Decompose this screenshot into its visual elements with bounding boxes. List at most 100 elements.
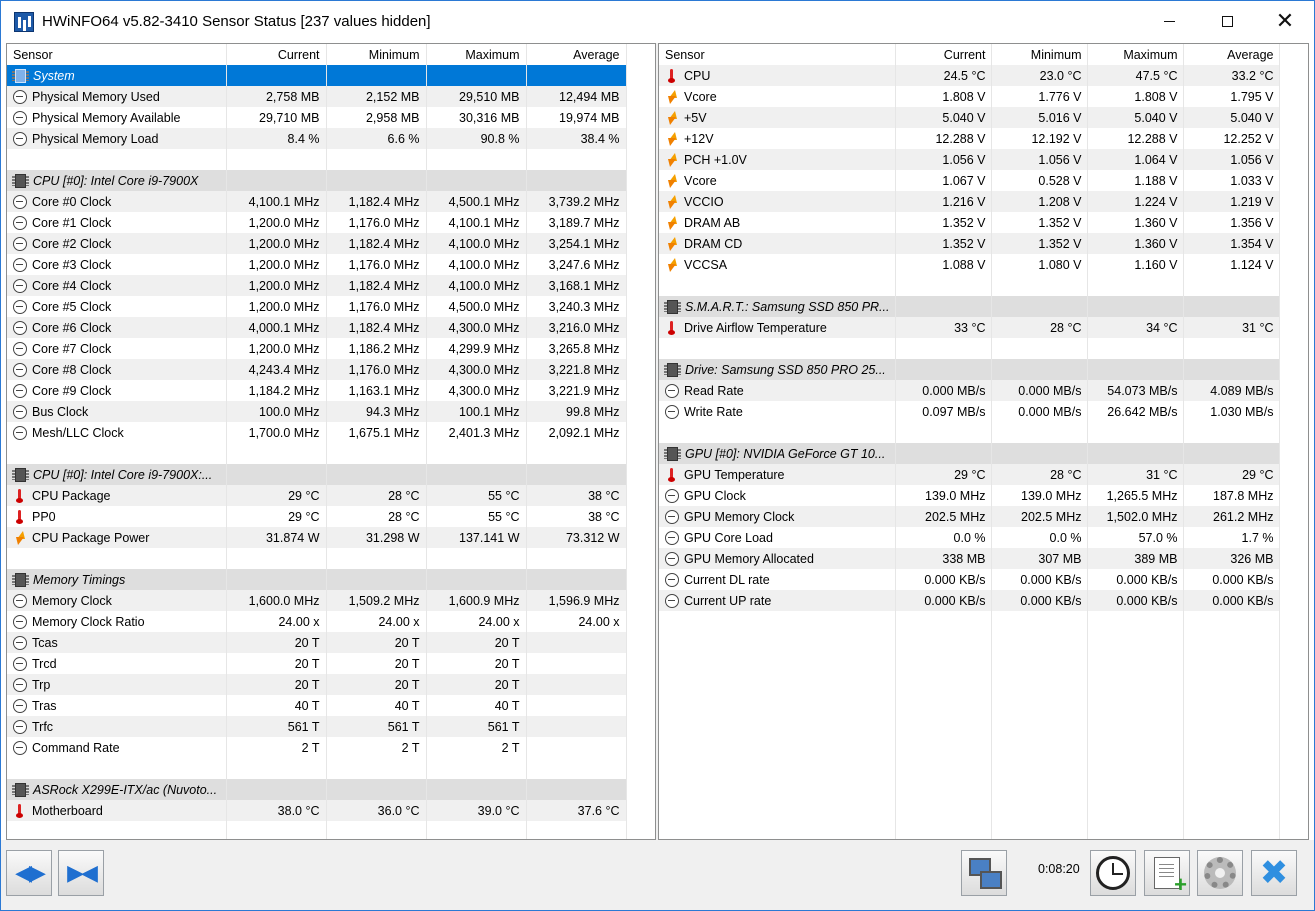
sensor-row[interactable]: GPU Core Load 0.0 % 0.0 % 57.0 % 1.7 % — [659, 527, 1281, 548]
group-cell — [991, 296, 1089, 317]
sensor-name-cell: Current DL rate — [659, 569, 897, 590]
sensor-row[interactable]: Trcd 20 T 20 T 20 T — [7, 653, 627, 674]
spacer-row — [659, 737, 1281, 758]
sensor-row[interactable]: Physical Memory Load 8.4 % 6.6 % 90.8 % 38.4… — [7, 128, 627, 149]
column-header-sensor[interactable]: Sensor — [659, 44, 897, 65]
sensor-row[interactable]: Trp 20 T 20 T 20 T — [7, 674, 627, 695]
add-log-button[interactable] — [1144, 850, 1190, 896]
column-header-minimum[interactable]: Minimum — [991, 44, 1089, 65]
sensor-row[interactable]: Core #5 Clock 1,200.0 MHz 1,176.0 MHz 4,500… — [7, 296, 627, 317]
reset-clock-button[interactable] — [1090, 850, 1136, 896]
spacer-row — [659, 653, 1281, 674]
minimize-button[interactable] — [1140, 1, 1198, 42]
sensor-row[interactable]: DRAM CD 1.352 V 1.352 V 1.360 V 1.354 V — [659, 233, 1281, 254]
sensor-row[interactable]: Bus Clock 100.0 MHz 94.3 MHz 100.1 MHz 99.8 … — [7, 401, 627, 422]
sensor-label: Drive Airflow Temperature — [684, 320, 827, 335]
expand-button[interactable]: ◀▶ — [6, 850, 52, 896]
sensor-row[interactable]: Core #9 Clock 1,184.2 MHz 1,163.1 MHz 4,300… — [7, 380, 627, 401]
sensor-row[interactable]: +5V 5.040 V 5.016 V 5.040 V 5.040 V — [659, 107, 1281, 128]
settings-button[interactable] — [1197, 850, 1243, 896]
sensor-row[interactable]: Vcore 1.808 V 1.776 V 1.808 V 1.795 V — [659, 86, 1281, 107]
sensor-row[interactable]: Tras 40 T 40 T 40 T — [7, 695, 627, 716]
sensor-row[interactable]: GPU Memory Clock 202.5 MHz 202.5 MHz 1,502.… — [659, 506, 1281, 527]
sensor-row[interactable]: Core #1 Clock 1,200.0 MHz 1,176.0 MHz 4,100… — [7, 212, 627, 233]
sensor-row[interactable]: Tcas 20 T 20 T 20 T — [7, 632, 627, 653]
sensor-row[interactable]: GPU Temperature 29 °C 28 °C 31 °C 29 °C — [659, 464, 1281, 485]
spacer-row — [659, 422, 1281, 443]
sensor-row[interactable]: Core #3 Clock 1,200.0 MHz 1,176.0 MHz 4,100… — [7, 254, 627, 275]
current-value: 29 °C — [226, 506, 327, 527]
right-sensor-panel[interactable]: Sensor Current Minimum Maximum Average C… — [658, 43, 1309, 840]
sensor-row[interactable]: Trfc 561 T 561 T 561 T — [7, 716, 627, 737]
title-bar[interactable]: HWiNFO64 v5.82-3410 Sensor Status [237 v… — [1, 1, 1314, 42]
maximum-value: 39.0 °C — [426, 800, 527, 821]
sensor-row[interactable]: Memory Clock Ratio 24.00 x 24.00 x 24.00 x2… — [7, 611, 627, 632]
column-header-maximum[interactable]: Maximum — [1087, 44, 1185, 65]
column-header-current[interactable]: Current — [895, 44, 993, 65]
maximum-value: 5.040 V — [1087, 107, 1185, 128]
average-value — [526, 716, 627, 737]
sensor-row[interactable]: GPU Clock 139.0 MHz 139.0 MHz 1,265.5 MHz 18… — [659, 485, 1281, 506]
sensor-name-cell: GPU Core Load — [659, 527, 897, 548]
sensor-group-row[interactable]: ASRock X299E-ITX/ac (Nuvoto... — [7, 779, 627, 800]
sensor-row[interactable]: Read Rate 0.000 MB/s 0.000 MB/s 54.073 MB/s… — [659, 380, 1281, 401]
column-header-average[interactable]: Average — [1183, 44, 1281, 65]
sensor-row[interactable]: PCH +1.0V 1.056 V 1.056 V 1.064 V 1.056 V — [659, 149, 1281, 170]
sensor-row[interactable]: DRAM AB 1.352 V 1.352 V 1.360 V 1.356 V — [659, 212, 1281, 233]
spacer-cell — [526, 443, 627, 464]
sensor-row[interactable]: Core #2 Clock 1,200.0 MHz 1,182.4 MHz 4,100… — [7, 233, 627, 254]
sensor-row[interactable]: CPU Package 29 °C 28 °C 55 °C 38 °C — [7, 485, 627, 506]
sensor-row[interactable]: +12V 12.288 V 12.192 V 12.288 V 12.252 V — [659, 128, 1281, 149]
sensor-row[interactable]: Command Rate 2 T2 T2 T — [7, 737, 627, 758]
sensor-group-row[interactable]: CPU [#0]: Intel Core i9-7900X — [7, 170, 627, 191]
group-label: CPU [#0]: Intel Core i9-7900X — [33, 173, 199, 188]
sensor-row[interactable]: Vcore 1.067 V 0.528 V 1.188 V 1.033 V — [659, 170, 1281, 191]
sensor-row[interactable]: CPU Package Power 31.874 W 31.298 W 137.141… — [7, 527, 627, 548]
sensor-row[interactable]: VCCIO 1.216 V 1.208 V 1.224 V 1.219 V — [659, 191, 1281, 212]
column-header-average[interactable]: Average — [526, 44, 627, 65]
spacer-cell — [659, 821, 897, 839]
sensor-row[interactable]: Memory Clock 1,600.0 MHz 1,509.2 MHz 1,600.… — [7, 590, 627, 611]
column-header-minimum[interactable]: Minimum — [326, 44, 427, 65]
sensor-group-row[interactable]: GPU [#0]: NVIDIA GeForce GT 10... — [659, 443, 1281, 464]
sensor-row[interactable]: Write Rate 0.097 MB/s 0.000 MB/s 26.642 MB/… — [659, 401, 1281, 422]
collapse-button[interactable]: ▶◀ — [58, 850, 104, 896]
sensor-row[interactable]: Physical Memory Available 29,710 MB 2,958 … — [7, 107, 627, 128]
sensor-row[interactable]: Current DL rate 0.000 KB/s 0.000 KB/s 0.000… — [659, 569, 1281, 590]
close-window-button[interactable]: ✕ — [1256, 1, 1314, 42]
spacer-cell — [1183, 611, 1281, 632]
sensor-group-row[interactable]: Drive: Samsung SSD 850 PRO 25... — [659, 359, 1281, 380]
sensor-row[interactable]: Core #7 Clock 1,200.0 MHz 1,186.2 MHz 4,299… — [7, 338, 627, 359]
sensor-row[interactable]: PP0 29 °C 28 °C 55 °C 38 °C — [7, 506, 627, 527]
sensor-label: Motherboard — [32, 803, 103, 818]
left-sensor-panel[interactable]: Sensor Current Minimum Maximum Average S… — [6, 43, 656, 840]
sensor-row[interactable]: GPU Memory Allocated 338 MB 307 MB 389 MB 32… — [659, 548, 1281, 569]
column-header-maximum[interactable]: Maximum — [426, 44, 527, 65]
sensor-label: CPU Package Power — [32, 530, 150, 545]
sensor-row[interactable]: Core #4 Clock 1,200.0 MHz 1,182.4 MHz 4,100… — [7, 275, 627, 296]
maximize-button[interactable] — [1198, 1, 1256, 42]
spacer-cell — [426, 758, 527, 779]
sensor-row[interactable]: Mesh/LLC Clock 1,700.0 MHz 1,675.1 MHz 2,40… — [7, 422, 627, 443]
column-header-current[interactable]: Current — [226, 44, 327, 65]
close-sensors-button[interactable]: ✖ — [1251, 850, 1297, 896]
sensor-row[interactable]: Physical Memory Used 2,758 MB 2,152 MB 29,5… — [7, 86, 627, 107]
column-header-sensor[interactable]: Sensor — [7, 44, 227, 65]
sensor-group-row[interactable]: CPU [#0]: Intel Core i9-7900X:... — [7, 464, 627, 485]
right-header-row: Sensor Current Minimum Maximum Average — [659, 44, 1281, 65]
sensor-group-row[interactable]: System — [7, 65, 627, 86]
current-value: 1,200.0 MHz — [226, 254, 327, 275]
spacer-cell — [659, 800, 897, 821]
sensor-row[interactable]: Core #0 Clock 4,100.1 MHz 1,182.4 MHz 4,500… — [7, 191, 627, 212]
sensor-row[interactable]: Current UP rate 0.000 KB/s 0.000 KB/s 0.000… — [659, 590, 1281, 611]
sensor-row[interactable]: Drive Airflow Temperature 33 °C 28 °C 34 °C… — [659, 317, 1281, 338]
sensor-row[interactable]: CPU 24.5 °C 23.0 °C 47.5 °C 33.2 °C — [659, 65, 1281, 86]
sensor-row[interactable]: Core #6 Clock 4,000.1 MHz 1,182.4 MHz 4,300… — [7, 317, 627, 338]
sensor-row[interactable]: VCCSA 1.088 V 1.080 V 1.160 V 1.124 V — [659, 254, 1281, 275]
current-value: 24.5 °C — [895, 65, 993, 86]
network-button[interactable] — [961, 850, 1007, 896]
sensor-group-row[interactable]: S.M.A.R.T.: Samsung SSD 850 PR... — [659, 296, 1281, 317]
sensor-row[interactable]: Core #8 Clock 4,243.4 MHz 1,176.0 MHz 4,300… — [7, 359, 627, 380]
sensor-group-row[interactable]: Memory Timings — [7, 569, 627, 590]
sensor-row[interactable]: Motherboard 38.0 °C 36.0 °C 39.0 °C 37.6 °C — [7, 800, 627, 821]
